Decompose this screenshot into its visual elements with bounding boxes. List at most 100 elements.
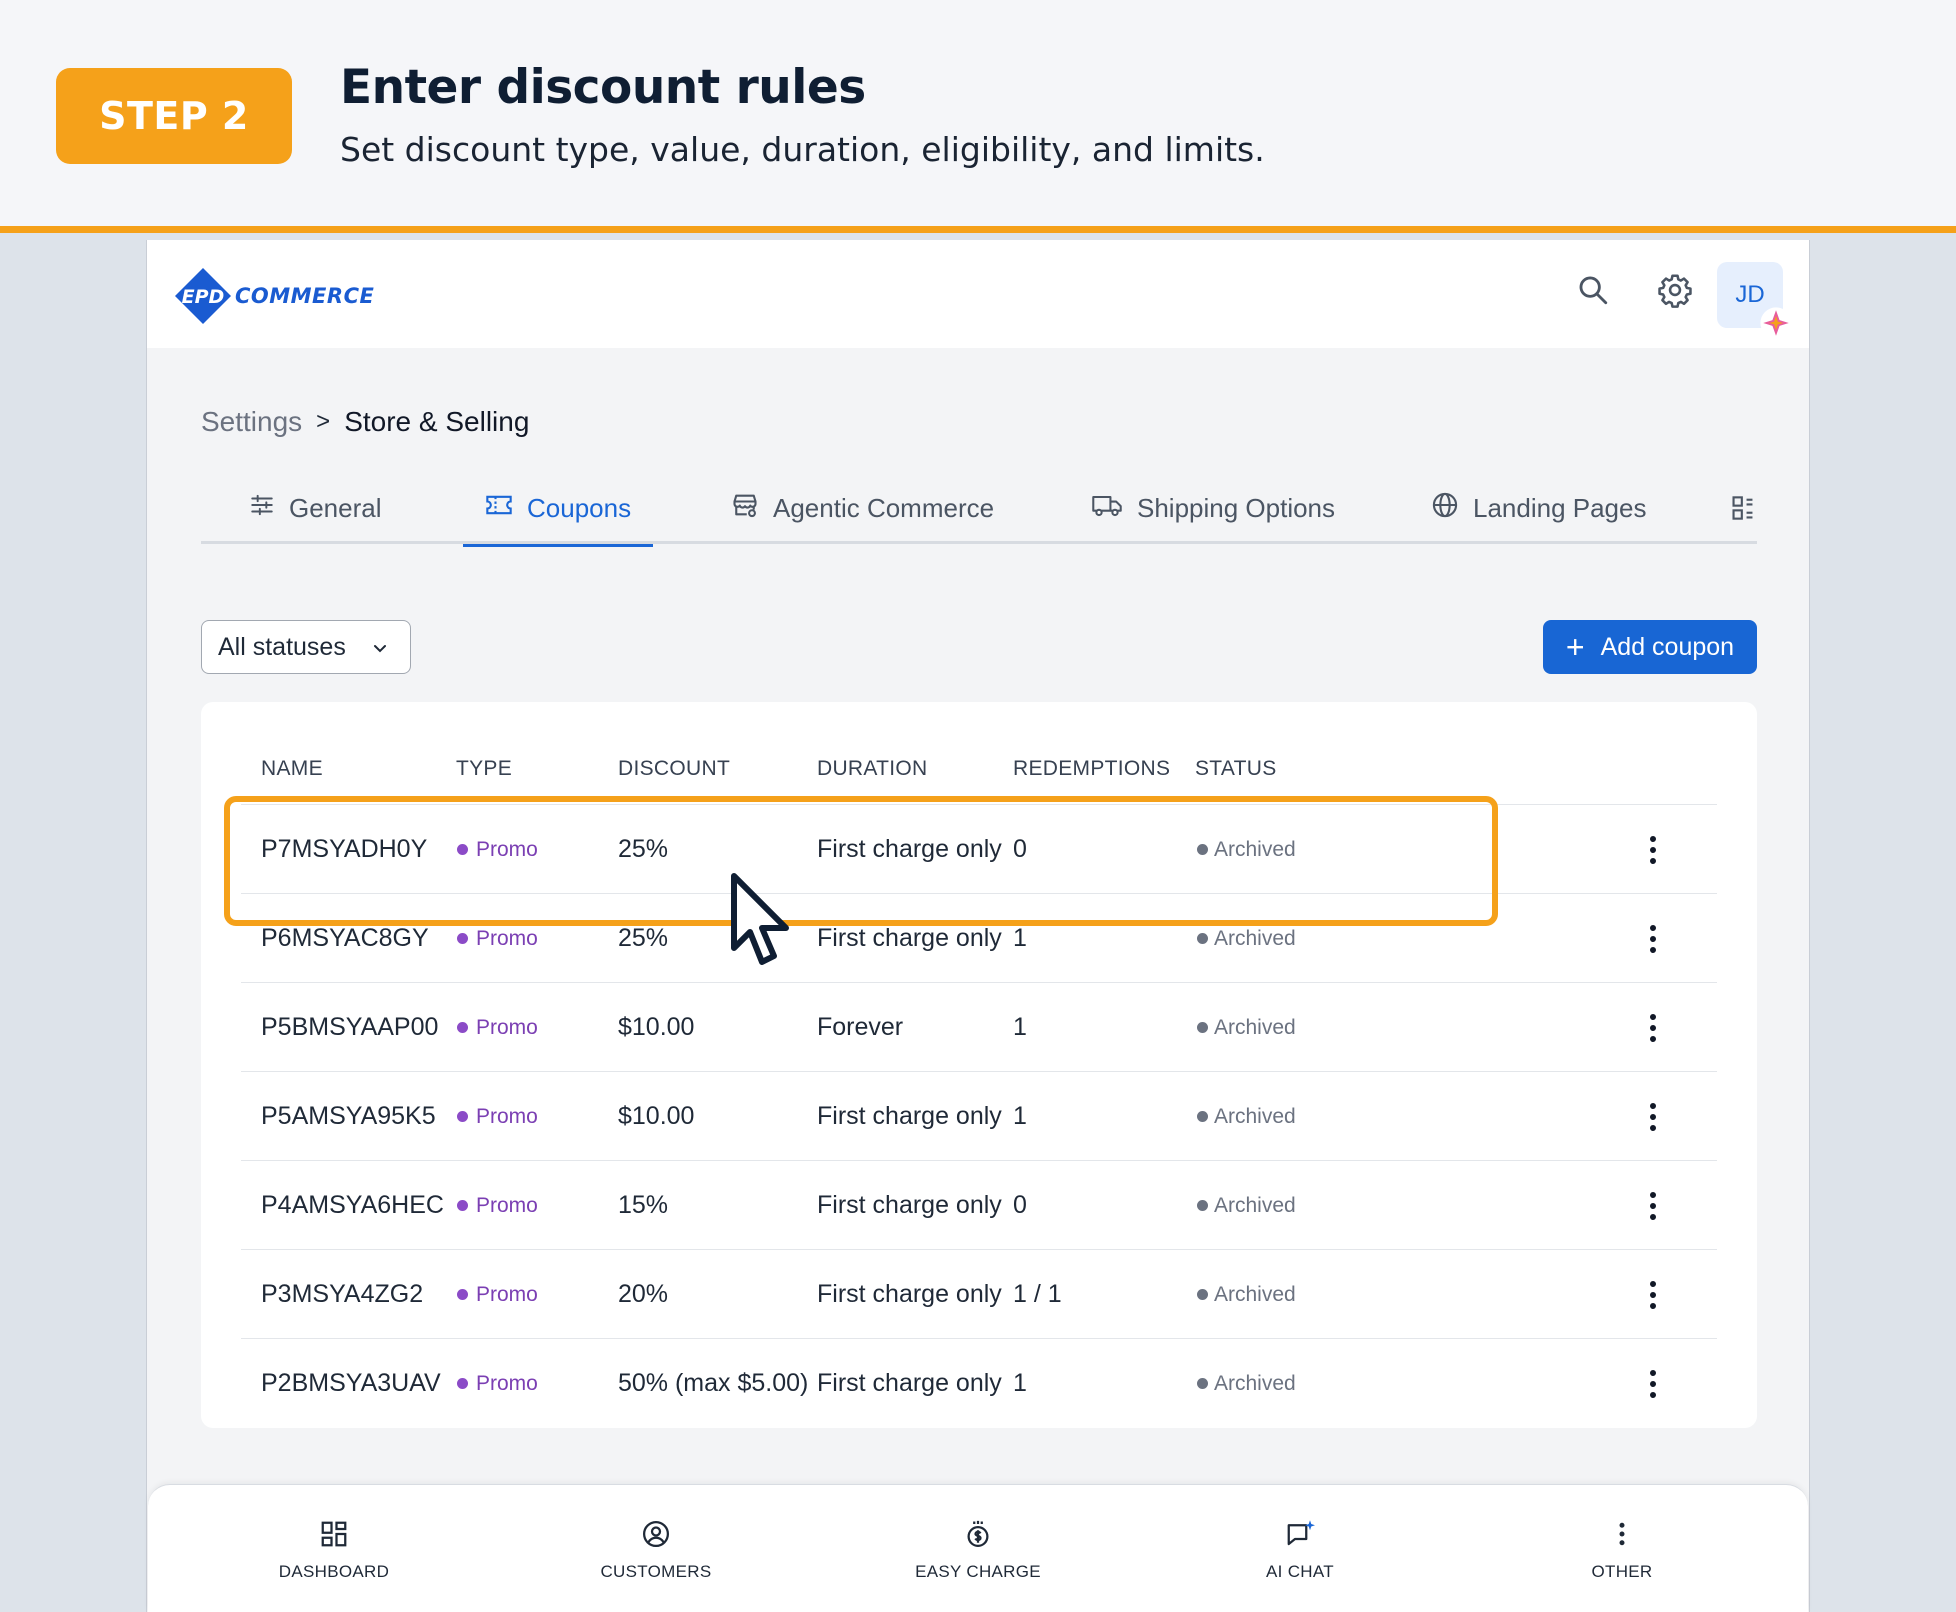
coupon-name: P5BMSYAAP00	[261, 1013, 439, 1041]
app-window: EPD COMMERCE JD Settings > Store & Selli…	[146, 240, 1810, 1612]
column-header-discount: DISCOUNT	[618, 757, 731, 780]
svg-text:EPD: EPD	[182, 286, 225, 308]
row-actions-kebab-icon[interactable]	[1643, 805, 1663, 894]
coupon-type-badge: Promo	[457, 1161, 538, 1250]
coupon-type-badge: Promo	[457, 1072, 538, 1161]
status-dot	[1197, 1111, 1208, 1122]
logo-mark: EPD	[173, 266, 233, 326]
nav-customers-label: CUSTOMERS	[600, 1562, 712, 1581]
coupon-type-badge: Promo	[457, 983, 538, 1072]
gear-icon[interactable]	[1655, 270, 1695, 310]
type-dot	[457, 1289, 468, 1300]
table-row[interactable]: P5BMSYAAP00 Promo $10.00 Forever 1 Archi…	[241, 982, 1717, 1071]
coupon-type-label: Promo	[476, 1282, 538, 1306]
sliders-icon	[249, 492, 275, 525]
add-coupon-button[interactable]: + Add coupon	[1543, 620, 1757, 674]
coupon-redemptions: 0	[1013, 1191, 1027, 1219]
row-actions-kebab-icon[interactable]	[1643, 1339, 1663, 1428]
tab-general-label: General	[289, 492, 382, 523]
type-dot	[457, 933, 468, 944]
breadcrumb-settings[interactable]: Settings	[201, 406, 302, 438]
coupon-name: P3MSYA4ZG2	[261, 1280, 424, 1308]
nav-other[interactable]: OTHER	[1522, 1519, 1722, 1582]
truck-icon	[1091, 492, 1123, 525]
table-row[interactable]: P3MSYA4ZG2 Promo 20% First charge only 1…	[241, 1249, 1717, 1338]
coupon-name: P2BMSYA3UAV	[261, 1369, 441, 1397]
globe-icon	[1431, 491, 1459, 526]
money-icon	[963, 1519, 993, 1554]
breadcrumb: Settings > Store & Selling	[201, 406, 529, 438]
highlight-box	[224, 796, 1498, 926]
table-row[interactable]: P4AMSYA6HEC Promo 15% First charge only …	[241, 1160, 1717, 1249]
row-actions-kebab-icon[interactable]	[1643, 1072, 1663, 1161]
table-row[interactable]: P2BMSYA3UAV Promo 50% (max $5.00) First …	[241, 1338, 1717, 1427]
plus-icon: +	[1565, 629, 1585, 665]
table-header: NAME TYPE DISCOUNT DURATION REDEMPTIONS …	[201, 702, 1757, 804]
top-bar: EPD COMMERCE JD	[147, 240, 1809, 348]
coupon-duration: Forever	[817, 1013, 904, 1041]
status-filter-value: All statuses	[218, 632, 346, 661]
customer-icon	[641, 1519, 671, 1554]
status-dot	[1197, 1022, 1208, 1033]
tab-landing-pages[interactable]: Landing Pages	[1431, 472, 1646, 544]
tab-agentic-commerce-label: Agentic Commerce	[773, 492, 995, 523]
type-dot	[457, 1022, 468, 1033]
nav-customers[interactable]: CUSTOMERS	[556, 1519, 756, 1582]
coupon-discount: 20%	[618, 1280, 669, 1308]
coupon-redemptions: 1	[1013, 1369, 1027, 1397]
coupon-status-label: Archived	[1214, 1282, 1296, 1306]
coupon-status-label: Archived	[1214, 1104, 1296, 1128]
coupon-status-label: Archived	[1214, 1193, 1296, 1217]
dashboard-icon	[319, 1519, 349, 1554]
search-icon[interactable]	[1573, 270, 1613, 310]
coupon-type-badge: Promo	[457, 1339, 538, 1428]
row-actions-kebab-icon[interactable]	[1643, 983, 1663, 1072]
settings-tabs: General Coupons Agentic Commerce Shippin…	[201, 472, 1757, 547]
type-dot	[457, 1111, 468, 1122]
coupon-type-label: Promo	[476, 1193, 538, 1217]
coupon-duration: First charge only	[817, 1369, 1002, 1397]
coupon-redemptions: 1	[1013, 1013, 1027, 1041]
cursor-pointer-icon	[728, 872, 800, 981]
chat-icon	[1285, 1519, 1315, 1554]
row-actions-kebab-icon[interactable]	[1643, 894, 1663, 983]
column-header-name: NAME	[261, 757, 323, 780]
coupon-status-label: Archived	[1214, 926, 1296, 950]
table-row[interactable]: P5AMSYA95K5 Promo $10.00 First charge on…	[241, 1071, 1717, 1160]
column-header-redemptions: REDEMPTIONS	[1013, 757, 1171, 780]
logo[interactable]: EPD COMMERCE	[173, 266, 374, 326]
nav-easy-charge[interactable]: EASY CHARGE	[878, 1519, 1078, 1582]
tab-shipping-options-label: Shipping Options	[1137, 492, 1336, 523]
coupon-type-label: Promo	[476, 1104, 538, 1128]
coupon-status-badge: Archived	[1197, 1161, 1296, 1250]
coupon-type-label: Promo	[476, 926, 538, 950]
coupon-name: P5AMSYA95K5	[261, 1102, 436, 1130]
coupon-type-label: Promo	[476, 1371, 538, 1395]
status-dot	[1197, 1289, 1208, 1300]
nav-dashboard[interactable]: DASHBOARD	[234, 1519, 434, 1582]
nav-ai-chat[interactable]: AI CHAT	[1200, 1519, 1400, 1582]
tab-coupons[interactable]: Coupons	[462, 472, 654, 547]
tab-more-icon[interactable]	[1731, 472, 1755, 544]
type-dot	[457, 1200, 468, 1211]
coupon-redemptions: 1	[1013, 1102, 1027, 1130]
step-title: Enter discount rules	[340, 60, 866, 115]
nav-other-label: OTHER	[1591, 1562, 1653, 1581]
logo-text: COMMERCE	[235, 284, 375, 308]
status-filter-select[interactable]: All statuses	[201, 620, 411, 674]
ticket-icon	[485, 492, 513, 525]
step-subtitle: Set discount type, value, duration, elig…	[340, 130, 1265, 169]
tab-general[interactable]: General	[249, 472, 382, 544]
tab-shipping-options[interactable]: Shipping Options	[1091, 472, 1335, 544]
breadcrumb-current: Store & Selling	[344, 406, 530, 437]
more-icon	[1607, 1519, 1637, 1554]
coupon-status-badge: Archived	[1197, 1339, 1296, 1428]
coupon-duration: First charge only	[817, 1102, 1002, 1130]
row-actions-kebab-icon[interactable]	[1643, 1250, 1663, 1339]
row-actions-kebab-icon[interactable]	[1643, 1161, 1663, 1250]
store-icon	[731, 491, 759, 526]
status-dot	[1197, 1378, 1208, 1389]
coupon-type-label: Promo	[476, 1015, 538, 1039]
add-coupon-label: Add coupon	[1600, 632, 1735, 661]
tab-agentic-commerce[interactable]: Agentic Commerce	[731, 472, 994, 544]
